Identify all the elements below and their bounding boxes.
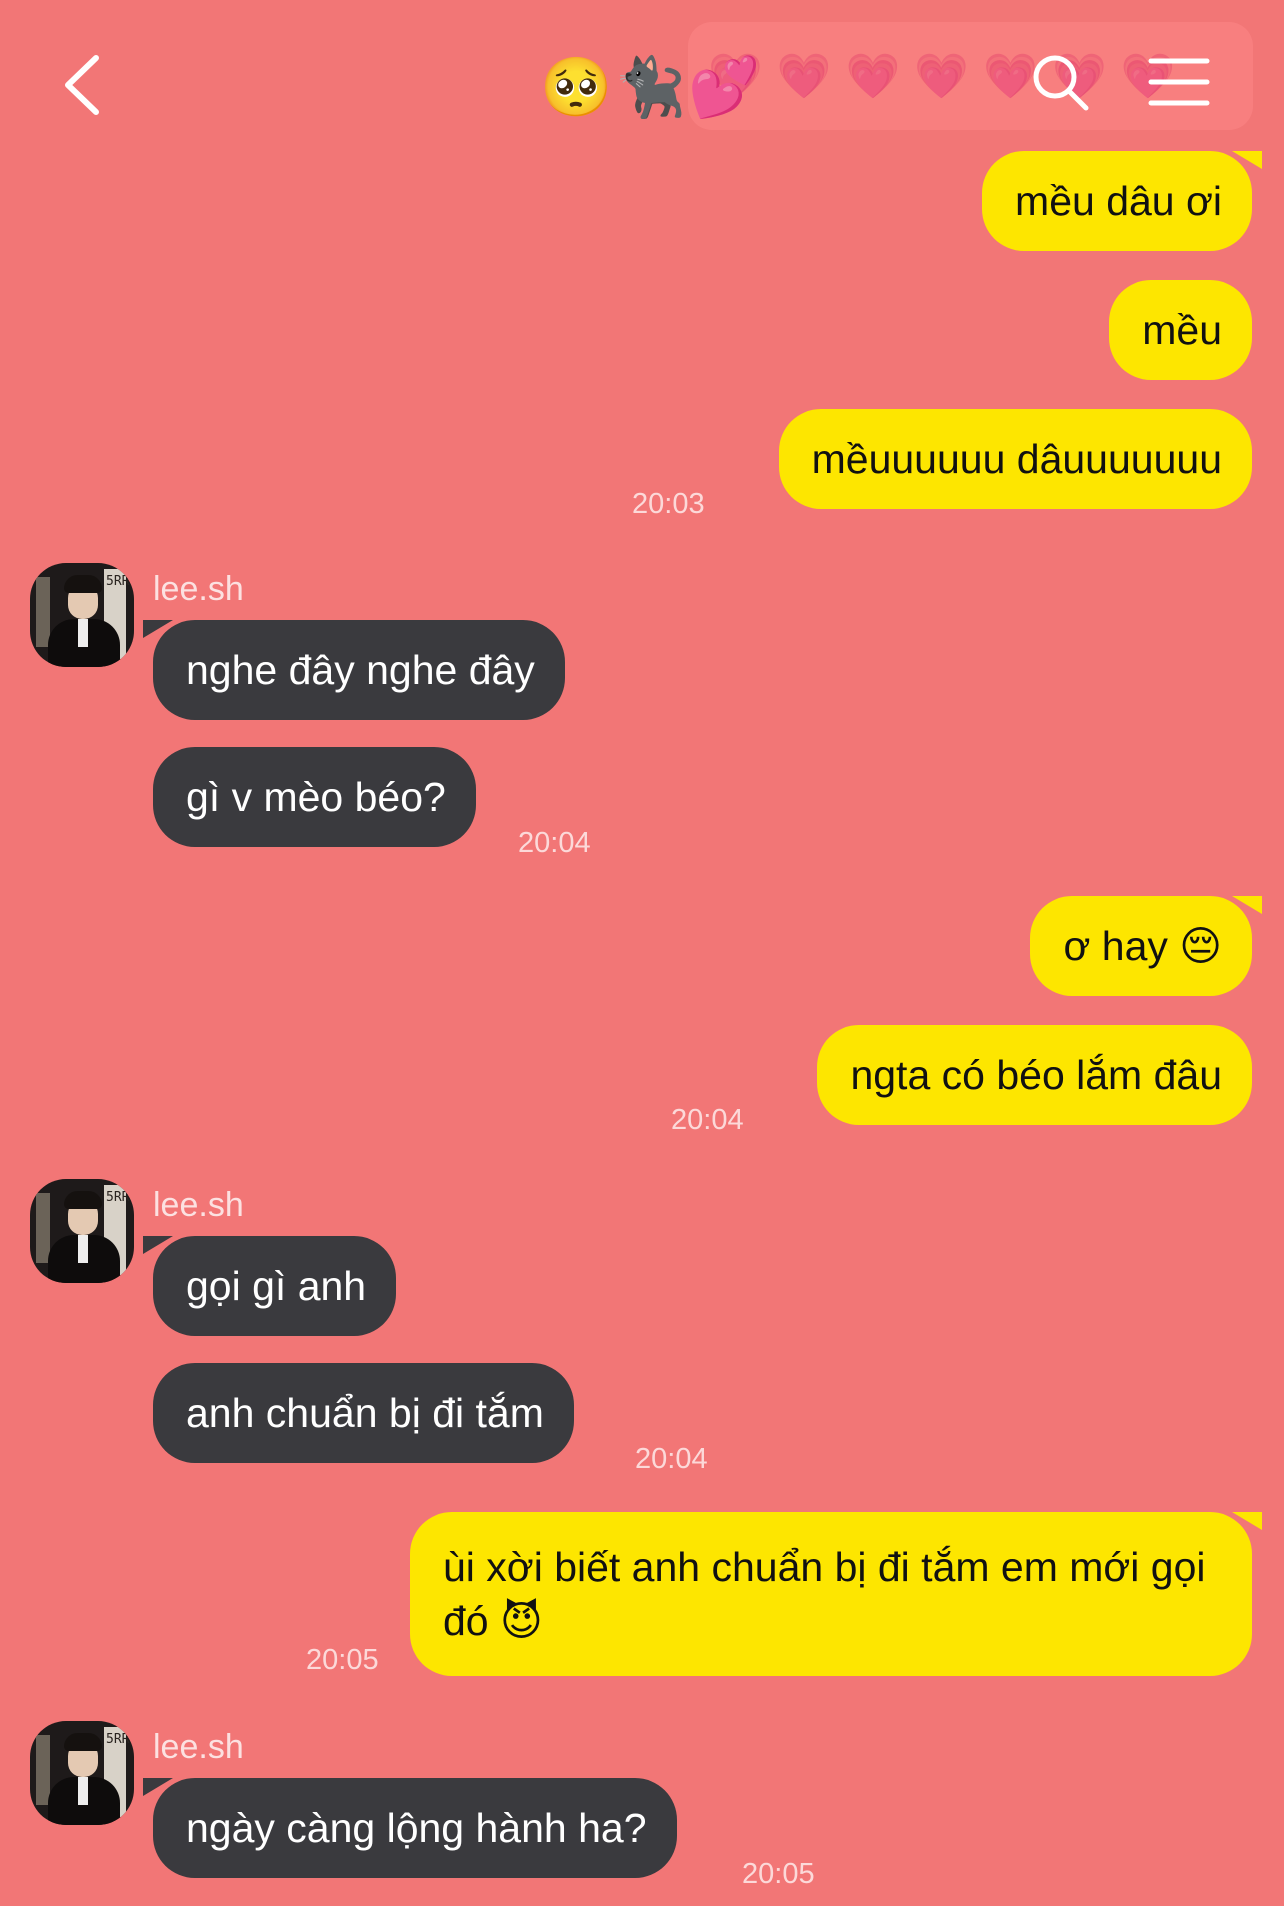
avatar-sign-text: 5RRL bbox=[106, 1190, 134, 1205]
search-button[interactable] bbox=[1030, 52, 1092, 114]
message-bubble-out[interactable]: ơ hay 😔 bbox=[1030, 896, 1262, 996]
avatar-sign-text: 5RRL bbox=[106, 1732, 134, 1747]
chat-header: 💗 💗 💗 💗 💗 💗 💗 🥺🐈‍⬛💕 bbox=[0, 0, 1284, 150]
hamburger-menu-icon bbox=[1148, 58, 1210, 106]
message-bubble-in[interactable]: gì v mèo béo? bbox=[153, 747, 476, 847]
message-timestamp: 20:05 bbox=[306, 1644, 379, 1676]
chat-screen: 💗 💗 💗 💗 💗 💗 💗 🥺🐈‍⬛💕 mều dâu bbox=[0, 0, 1284, 1906]
chevron-left-icon bbox=[65, 55, 99, 115]
heart-icon: 💗 bbox=[845, 51, 901, 102]
message-bubble-out[interactable]: ngta có béo lắm đâu bbox=[817, 1025, 1252, 1125]
message-timestamp: 20:04 bbox=[635, 1443, 708, 1475]
message-timestamp: 20:04 bbox=[518, 827, 591, 859]
chat-title-text: 🥺🐈‍⬛💕 bbox=[540, 53, 763, 121]
message-timestamp: 20:04 bbox=[671, 1104, 744, 1136]
heart-icon: 💗 bbox=[776, 51, 832, 102]
message-bubble-in[interactable]: gọi gì anh bbox=[142, 1236, 397, 1336]
sender-name: lee.sh bbox=[153, 1186, 244, 1224]
message-bubble-out[interactable]: ùi xời biết anh chuẩn bị đi tắm em mới g… bbox=[410, 1512, 1262, 1676]
back-button[interactable] bbox=[56, 50, 116, 120]
message-timestamp: 20:03 bbox=[632, 488, 705, 520]
message-bubble-in[interactable]: anh chuẩn bị đi tắm bbox=[153, 1363, 574, 1463]
sender-name: lee.sh bbox=[153, 1728, 244, 1766]
avatar[interactable]: 5RRL bbox=[30, 1721, 134, 1825]
sender-name: lee.sh bbox=[153, 570, 244, 608]
message-bubble-out[interactable]: mều bbox=[1109, 280, 1252, 380]
avatar[interactable]: 5RRL bbox=[30, 1179, 134, 1283]
chat-title[interactable]: 🥺🐈‍⬛💕 bbox=[540, 52, 763, 122]
message-bubble-in[interactable]: ngày càng lộng hành ha? bbox=[143, 1778, 677, 1878]
avatar-sign-text: 5RRL bbox=[106, 574, 134, 589]
menu-button[interactable] bbox=[1148, 56, 1210, 108]
search-icon bbox=[1033, 55, 1089, 111]
heart-icon: 💗 bbox=[914, 51, 970, 102]
message-bubble-out[interactable]: mềuuuuuu dâuuuuuuu bbox=[778, 409, 1252, 509]
message-bubble-out[interactable]: mều dâu ơi bbox=[982, 151, 1262, 251]
message-timestamp: 20:05 bbox=[742, 1858, 815, 1890]
message-bubble-in[interactable]: nghe đây nghe đây bbox=[143, 620, 565, 720]
avatar[interactable]: 5RRL bbox=[30, 563, 134, 667]
